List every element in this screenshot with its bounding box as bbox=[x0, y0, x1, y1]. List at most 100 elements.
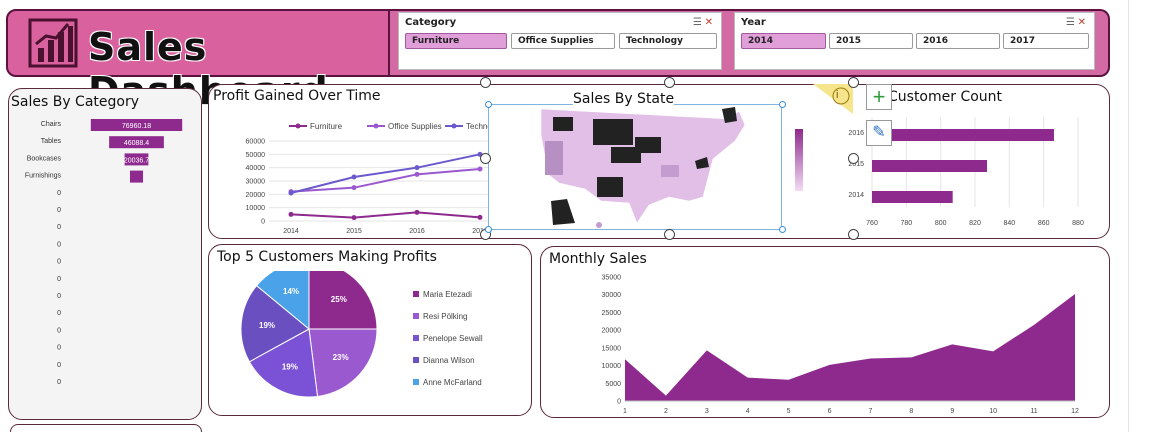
dashboard-header: Sales Dashboard bbox=[6, 9, 390, 113]
plot-area-handle[interactable] bbox=[779, 226, 786, 233]
y-tick-label: 2016 bbox=[848, 130, 864, 137]
y-tick-label: 2014 bbox=[848, 192, 864, 199]
series-line bbox=[290, 153, 481, 194]
series-point bbox=[477, 166, 483, 172]
category-label: 0 bbox=[57, 379, 61, 386]
customer-bar bbox=[872, 191, 953, 203]
slicer-item-2017[interactable]: 2017 bbox=[1003, 33, 1089, 49]
resize-handle[interactable] bbox=[848, 77, 859, 88]
plot-area-handle[interactable] bbox=[485, 101, 492, 108]
bar-data-label: 46088.4 bbox=[124, 140, 149, 147]
x-tick-label: 820 bbox=[969, 220, 981, 227]
legend-swatch bbox=[413, 379, 419, 385]
x-tick-label: 9 bbox=[950, 408, 954, 415]
y-tick-label: 35000 bbox=[602, 275, 622, 282]
x-tick-label: 2016 bbox=[409, 228, 425, 235]
plot-area-handle[interactable] bbox=[779, 101, 786, 108]
clear-filter-icon[interactable]: ✕ bbox=[1078, 17, 1086, 28]
legend-swatch bbox=[413, 357, 419, 363]
category-label: 0 bbox=[57, 207, 61, 214]
monthly-sales-panel: Monthly Sales 35000 30000 25000 20000 15000 1… bbox=[540, 246, 1110, 418]
y-tick-label: 10000 bbox=[246, 205, 266, 212]
resize-handle[interactable] bbox=[664, 77, 675, 88]
monthly-sales-area-chart: 350003000025000200001500010000500001 2 3 4 5… bbox=[602, 275, 1079, 416]
legend-label: Furniture bbox=[310, 122, 343, 131]
series-line bbox=[290, 211, 481, 219]
sales-by-category-panel: Sales By Category Chairs 76960.18 Tables 46… bbox=[8, 88, 202, 420]
panel-title: Profit Gained Over Time bbox=[213, 88, 381, 104]
panel-title: Sales By Category bbox=[11, 94, 140, 110]
x-tick-label: 2014 bbox=[283, 228, 299, 235]
slicer-controls: ☰ ✕ bbox=[1066, 17, 1086, 28]
x-tick-label: 1 bbox=[623, 408, 627, 415]
x-tick-label: 800 bbox=[935, 220, 947, 227]
slicer-item-2015[interactable]: 2015 bbox=[829, 33, 913, 49]
y-tick-label: 25000 bbox=[602, 310, 622, 317]
resize-handle[interactable] bbox=[848, 229, 859, 240]
pie-data-label: 19% bbox=[259, 321, 275, 330]
area-series bbox=[625, 294, 1075, 401]
y-tick-label: 20000 bbox=[602, 328, 622, 335]
add-element-icon[interactable]: + bbox=[866, 84, 892, 110]
slicer-item-technology[interactable]: Technology bbox=[619, 33, 717, 49]
slicer-item-2016[interactable]: 2016 bbox=[916, 33, 1000, 49]
series-point bbox=[414, 171, 420, 177]
resize-handle[interactable] bbox=[664, 229, 675, 240]
category-label: 0 bbox=[57, 190, 61, 197]
y-tick-label: 0 bbox=[617, 399, 621, 406]
series-point bbox=[351, 185, 357, 191]
x-tick-label: 880 bbox=[1072, 220, 1084, 227]
x-tick-label: 8 bbox=[909, 408, 913, 415]
resize-handle[interactable] bbox=[848, 153, 859, 164]
pie-data-label: 23% bbox=[333, 353, 349, 362]
x-tick-label: 4 bbox=[746, 408, 750, 415]
x-tick-label: 3 bbox=[705, 408, 709, 415]
category-label: 0 bbox=[57, 310, 61, 317]
slicer-item-furniture[interactable]: Furniture bbox=[405, 33, 507, 49]
resize-handle[interactable] bbox=[480, 77, 491, 88]
x-tick-label: 760 bbox=[866, 220, 878, 227]
category-label: 0 bbox=[57, 241, 61, 248]
profit-line-chart: 60000 50000 40000 30000 20000 10000 0 2014 2015 2… bbox=[246, 122, 507, 235]
multi-select-icon[interactable]: ☰ bbox=[693, 17, 702, 28]
x-tick-label: 12 bbox=[1071, 408, 1079, 415]
panel-title: Monthly Sales bbox=[549, 251, 647, 267]
y-tick-label: 10000 bbox=[602, 363, 622, 370]
customer-bar bbox=[872, 160, 988, 172]
bar-chart-logo-icon bbox=[28, 18, 78, 68]
category-label: 0 bbox=[57, 362, 61, 369]
legend-swatch bbox=[413, 335, 419, 341]
x-tick-label: 780 bbox=[900, 220, 912, 227]
x-tick-label: 7 bbox=[869, 408, 873, 415]
legend-label: Penelope Sewall bbox=[423, 334, 483, 343]
top5-pie-chart: 25% 23% 19% 19% 14% Maria Etezadi Resi Pölking… bbox=[240, 271, 483, 398]
series-point bbox=[351, 215, 357, 221]
legend-swatch bbox=[413, 291, 419, 297]
x-tick-label: 6 bbox=[828, 408, 832, 415]
y-tick-label: 0 bbox=[261, 219, 265, 226]
multi-select-icon[interactable]: ☰ bbox=[1066, 17, 1075, 28]
legend-label: Dianna Wilson bbox=[423, 356, 475, 365]
slicer-item-2014[interactable]: 2014 bbox=[741, 33, 826, 49]
resize-handle[interactable] bbox=[480, 153, 491, 164]
category-slicer-label: Category bbox=[405, 17, 457, 28]
category-label: 0 bbox=[57, 345, 61, 352]
x-tick-label: 10 bbox=[989, 408, 997, 415]
series-point bbox=[351, 174, 357, 180]
x-tick-label: 11 bbox=[1030, 408, 1037, 415]
legend-marker bbox=[451, 123, 457, 129]
sales-by-state-map[interactable]: Sales By State bbox=[488, 91, 803, 230]
y-tick-label: 50000 bbox=[246, 152, 266, 159]
category-label: Chairs bbox=[41, 121, 62, 128]
category-label: Bookcases bbox=[27, 155, 62, 162]
info-icon[interactable]: i bbox=[836, 89, 838, 101]
panel-title: Sales By State bbox=[573, 91, 675, 107]
slicer-item-office-supplies[interactable]: Office Supplies bbox=[511, 33, 615, 49]
bar-data-label: 76960.18 bbox=[122, 123, 151, 130]
chart-style-icon[interactable]: ✎ bbox=[866, 120, 892, 146]
legend-label: Maria Etezadi bbox=[423, 290, 472, 299]
clear-filter-icon[interactable]: ✕ bbox=[705, 17, 713, 28]
plot-area-handle[interactable] bbox=[485, 226, 492, 233]
series-point bbox=[288, 211, 294, 217]
legend-label: Anne McFarland bbox=[423, 378, 482, 387]
